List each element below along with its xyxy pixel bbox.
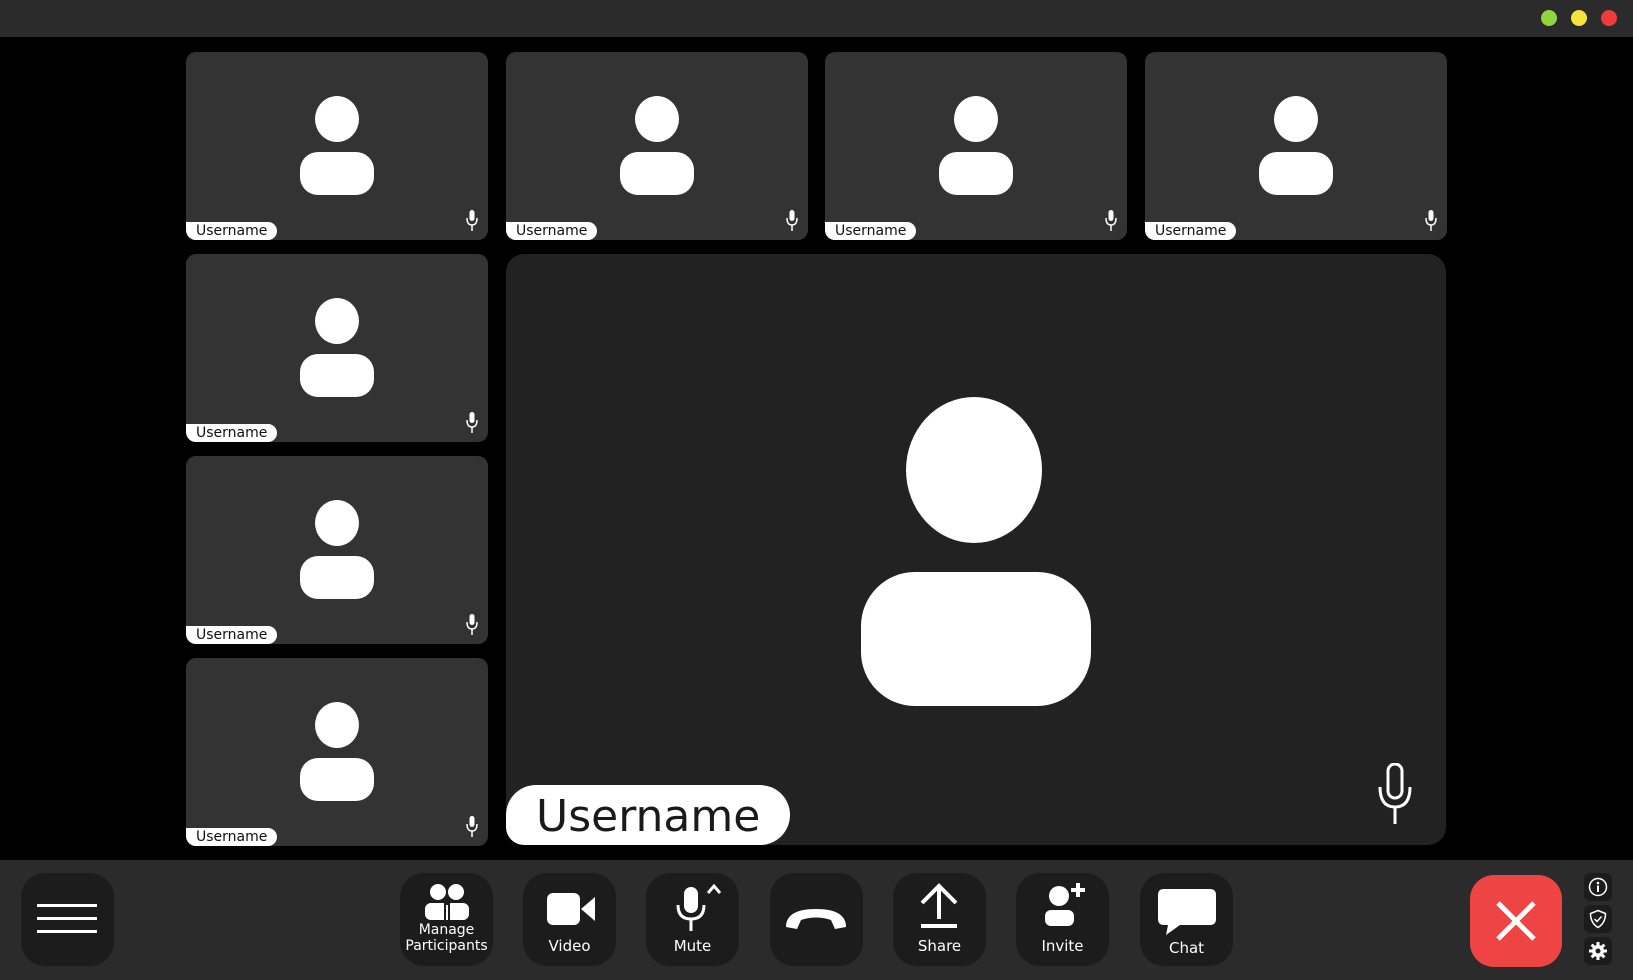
manage-label-line2: Participants: [405, 938, 488, 954]
active-speaker-tile[interactable]: Username: [506, 254, 1446, 845]
avatar-head: [954, 96, 998, 142]
share-label: Share: [917, 937, 962, 955]
video-label: Video: [548, 937, 591, 955]
people-icon: [425, 884, 469, 920]
avatar-body: [300, 152, 374, 195]
microphone-icon: [1378, 763, 1412, 824]
x-icon: [1496, 901, 1536, 941]
avatar-head: [1274, 96, 1318, 142]
settings-button[interactable]: [1584, 937, 1612, 965]
participant-tile[interactable]: Username: [186, 52, 488, 240]
call-toolbar: Manage Participants Video Mute Share Inv…: [0, 860, 1633, 980]
chat-button[interactable]: Chat: [1140, 873, 1233, 966]
microphone-icon: [466, 210, 478, 231]
avatar-body: [1259, 152, 1333, 195]
participant-name: Username: [186, 222, 278, 240]
title-bar: [0, 0, 1633, 37]
participant-tile[interactable]: Username: [506, 52, 808, 240]
video-button[interactable]: Video: [523, 873, 616, 966]
microphone-icon: [1425, 210, 1437, 231]
avatar-head: [315, 96, 359, 142]
participant-tile[interactable]: Username: [186, 456, 488, 644]
microphone-icon: [786, 210, 798, 231]
microphone-icon: [1105, 210, 1117, 231]
invite-button[interactable]: Invite: [1016, 873, 1109, 966]
participant-tile[interactable]: Username: [825, 52, 1127, 240]
microphone-icon: [466, 412, 478, 433]
avatar-head: [315, 298, 359, 344]
invite-label: Invite: [1041, 937, 1084, 955]
menu-button[interactable]: [21, 873, 114, 966]
close-window-button[interactable]: [1601, 10, 1617, 26]
avatar-head: [906, 397, 1042, 543]
chat-label: Chat: [1168, 939, 1205, 957]
video-camera-icon: [547, 893, 595, 925]
manage-label-line1: Manage: [418, 922, 475, 938]
share-button[interactable]: Share: [893, 873, 986, 966]
upload-arrow-icon: [920, 883, 958, 928]
participant-tile[interactable]: Username: [186, 254, 488, 442]
avatar-head: [635, 96, 679, 142]
manage-participants-button[interactable]: Manage Participants: [400, 873, 493, 966]
avatar-body: [939, 152, 1013, 195]
participant-name: Username: [186, 424, 278, 442]
avatar-body: [861, 572, 1091, 706]
mute-label: Mute: [673, 937, 712, 955]
avatar-body: [300, 758, 374, 801]
speaker-name: Username: [506, 785, 791, 845]
add-person-icon: [1045, 883, 1085, 926]
maximize-button[interactable]: [1541, 10, 1557, 26]
avatar-head: [315, 500, 359, 546]
info-icon: [1588, 877, 1608, 897]
microphone-icon: [466, 614, 478, 635]
participant-name: Username: [1145, 222, 1237, 240]
participant-tile[interactable]: Username: [1145, 52, 1447, 240]
microphone-icon: [676, 883, 722, 931]
participant-name: Username: [186, 828, 278, 846]
avatar-body: [300, 354, 374, 397]
info-button[interactable]: [1584, 873, 1612, 901]
leave-meeting-button[interactable]: [1470, 875, 1562, 967]
participant-name: Username: [186, 626, 278, 644]
microphone-icon: [466, 816, 478, 837]
participant-tile[interactable]: Username: [186, 658, 488, 846]
avatar-body: [620, 152, 694, 195]
phone-hangup-icon: [786, 909, 846, 929]
avatar-body: [300, 556, 374, 599]
hamburger-icon: [37, 904, 97, 933]
participant-name: Username: [506, 222, 598, 240]
end-call-button[interactable]: [770, 873, 863, 966]
gear-icon: [1589, 942, 1607, 960]
mute-button[interactable]: Mute: [646, 873, 739, 966]
shield-icon: [1589, 909, 1607, 929]
avatar-head: [315, 702, 359, 748]
security-button[interactable]: [1584, 905, 1612, 933]
minimize-button[interactable]: [1571, 10, 1587, 26]
participant-name: Username: [825, 222, 917, 240]
speech-bubble-icon: [1158, 889, 1216, 935]
